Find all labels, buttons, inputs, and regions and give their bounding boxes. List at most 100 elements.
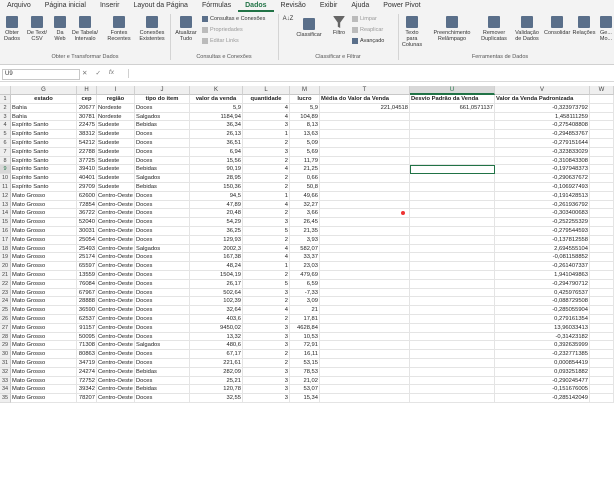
row-header-11[interactable]: 11 — [0, 183, 11, 192]
sort-az-icon[interactable]: A↓Z — [282, 16, 294, 22]
cell[interactable]: Sudeste — [97, 183, 135, 192]
cell[interactable]: 120,78 — [190, 385, 243, 395]
row-header-35[interactable]: 35 — [0, 394, 11, 403]
cell[interactable]: 10,53 — [290, 332, 320, 342]
row-header-27[interactable]: 27 — [0, 323, 11, 333]
from-text-csv-button[interactable]: De Text/ CSV — [26, 16, 48, 42]
cell[interactable]: 24274 — [77, 367, 97, 377]
cell[interactable]: Centro-Oeste — [97, 262, 135, 271]
cell[interactable]: Centro-Oeste — [97, 394, 135, 403]
column-header-K[interactable]: K — [190, 86, 243, 95]
cell[interactable]: 50095 — [77, 332, 97, 342]
row-header-18[interactable]: 18 — [0, 244, 11, 254]
cell[interactable]: 221,61 — [190, 359, 243, 368]
cell[interactable] — [410, 385, 495, 395]
row-header-24[interactable]: 24 — [0, 297, 11, 307]
cell[interactable]: 0,66 — [290, 174, 320, 183]
cell[interactable]: 26,45 — [290, 218, 320, 227]
cell[interactable]: 6,94 — [190, 147, 243, 157]
cell[interactable]: 2 — [243, 271, 290, 280]
cell[interactable]: Centro-Oeste — [97, 227, 135, 236]
cell[interactable] — [320, 174, 410, 183]
cell[interactable]: Centro-Oeste — [97, 332, 135, 342]
cell[interactable]: 23,03 — [290, 262, 320, 271]
name-box[interactable]: U9 — [2, 69, 80, 80]
cell[interactable] — [410, 156, 495, 166]
row-header-17[interactable]: 17 — [0, 235, 11, 245]
cell[interactable] — [320, 112, 410, 122]
cell[interactable]: -0,232771385 — [495, 350, 590, 359]
cell[interactable] — [320, 209, 410, 219]
cell[interactable]: 2 — [243, 183, 290, 192]
row-header-7[interactable]: 7 — [0, 147, 11, 157]
cell[interactable]: Mato Grosso — [11, 262, 77, 271]
cell[interactable]: 71308 — [77, 341, 97, 351]
cell[interactable] — [410, 244, 495, 254]
cell[interactable]: 3 — [243, 376, 290, 386]
cell[interactable]: Média do Valor da Venda — [320, 95, 410, 104]
cell[interactable] — [590, 297, 614, 307]
tab-6[interactable]: Revisão — [274, 0, 313, 12]
column-header-W[interactable]: W — [590, 86, 614, 95]
cell[interactable] — [590, 315, 614, 324]
cell[interactable]: 0,279161354 — [495, 315, 590, 324]
column-header-I[interactable]: I — [97, 86, 135, 95]
cell[interactable]: 76084 — [77, 279, 97, 289]
cell[interactable]: 3 — [243, 394, 290, 403]
cell[interactable]: Doces — [135, 147, 190, 157]
cell[interactable] — [590, 95, 614, 104]
cell[interactable]: Mato Grosso — [11, 341, 77, 351]
cell[interactable] — [590, 165, 614, 175]
cell[interactable]: 403,6 — [190, 315, 243, 324]
cell[interactable] — [590, 200, 614, 210]
text-to-columns-button[interactable]: Texto para Colunas — [400, 16, 424, 48]
cell[interactable] — [410, 121, 495, 131]
cell[interactable]: 49,66 — [290, 191, 320, 201]
cell[interactable]: 102,39 — [190, 297, 243, 307]
cell[interactable]: Mato Grosso — [11, 306, 77, 315]
cell[interactable]: Centro-Oeste — [97, 253, 135, 263]
cell[interactable] — [320, 235, 410, 245]
cell[interactable]: 5,9 — [290, 103, 320, 113]
cell[interactable]: 36,51 — [190, 139, 243, 148]
row-header-12[interactable]: 12 — [0, 191, 11, 201]
cell[interactable]: 4 — [243, 165, 290, 175]
remove-duplicates-button[interactable]: Remover Duplicatas — [478, 16, 510, 42]
cell[interactable]: 67,17 — [190, 350, 243, 359]
cell[interactable] — [410, 112, 495, 122]
row-header-29[interactable]: 29 — [0, 341, 11, 351]
cell[interactable] — [410, 279, 495, 289]
row-header-8[interactable]: 8 — [0, 156, 11, 166]
cell[interactable] — [410, 341, 495, 351]
cell[interactable]: 479,69 — [290, 271, 320, 280]
cell[interactable]: Doces — [135, 323, 190, 333]
cell[interactable]: 480,6 — [190, 341, 243, 351]
cell[interactable]: Mato Grosso — [11, 297, 77, 307]
recent-sources-button[interactable]: Fontes Recentes — [104, 16, 134, 42]
cell[interactable]: 2 — [243, 156, 290, 166]
cell[interactable]: Bebidas — [135, 121, 190, 131]
cell[interactable]: Doces — [135, 200, 190, 210]
cell[interactable]: 3,93 — [290, 235, 320, 245]
cell[interactable]: Mato Grosso — [11, 350, 77, 359]
cell[interactable]: 582,07 — [290, 244, 320, 254]
cell[interactable] — [590, 350, 614, 359]
cell[interactable]: 1,458111259 — [495, 112, 590, 122]
row-header-28[interactable]: 28 — [0, 332, 11, 342]
row-header-4[interactable]: 4 — [0, 121, 11, 131]
cell[interactable]: 3 — [243, 121, 290, 131]
cell[interactable]: 54212 — [77, 139, 97, 148]
cell[interactable] — [320, 385, 410, 395]
cell[interactable] — [590, 306, 614, 315]
cell[interactable]: 17,81 — [290, 315, 320, 324]
cell[interactable]: Espírito Santo — [11, 156, 77, 166]
cell[interactable] — [320, 359, 410, 368]
cell[interactable]: 20677 — [77, 103, 97, 113]
cell[interactable]: -0,303400683 — [495, 209, 590, 219]
cell[interactable]: Salgados — [135, 244, 190, 254]
cell[interactable]: Doces — [135, 262, 190, 271]
cell[interactable] — [410, 315, 495, 324]
cell[interactable]: 62537 — [77, 315, 97, 324]
cell[interactable]: 3 — [243, 323, 290, 333]
cell[interactable]: 54,29 — [190, 218, 243, 227]
